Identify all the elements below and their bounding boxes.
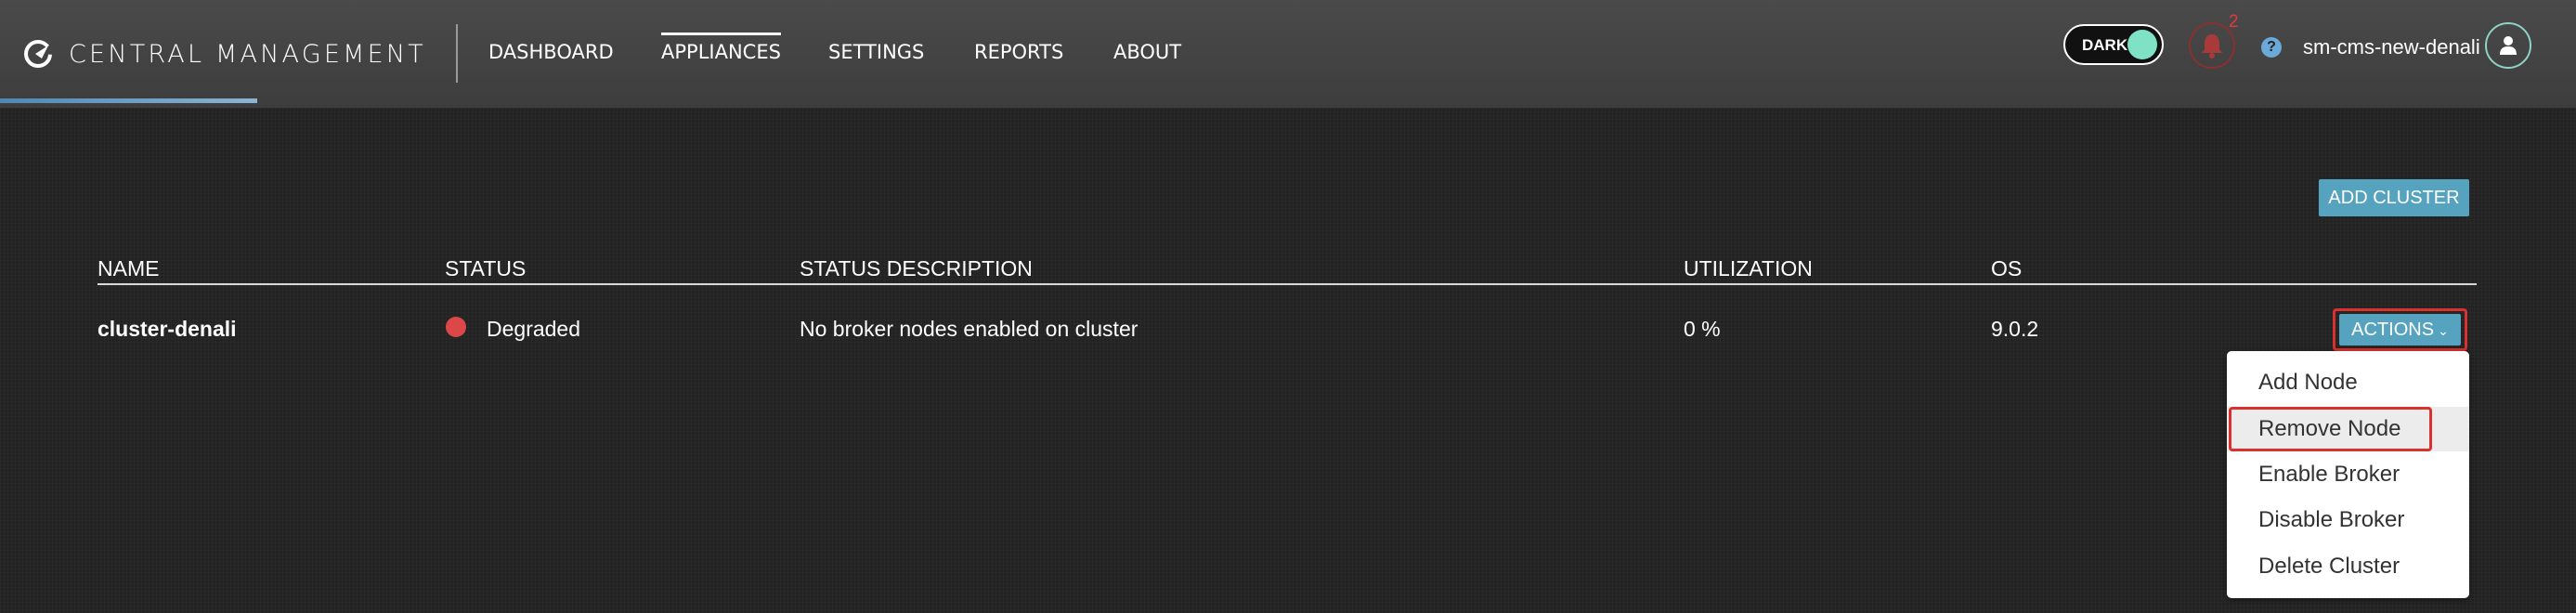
column-header-status[interactable]: STATUS [445,256,526,281]
nav-about[interactable]: ABOUT [1113,41,1181,63]
question-circle-icon[interactable]: ? [2261,37,2282,58]
brand-divider [456,24,458,83]
table-header-divider [98,283,2477,285]
menu-item-enable-broker[interactable]: Enable Broker [2227,452,2469,497]
cluster-os-version: 9.0.2 [1991,317,2039,341]
menu-item-add-node[interactable]: Add Node [2227,360,2469,405]
chevron-down-icon: ⌄ [2438,323,2449,338]
status-dot-icon [446,317,466,337]
column-header-status-description[interactable]: STATUS DESCRIPTION [800,256,1033,281]
nav-settings[interactable]: SETTINGS [828,41,924,63]
cluster-utilization: 0 % [1684,317,1721,341]
cluster-status: Degraded [487,317,581,341]
nav-dashboard[interactable]: DASHBOARD [488,41,614,63]
nav-reports[interactable]: REPORTS [974,41,1063,63]
brand-name: CENTRAL MANAGEMENT [69,39,426,69]
cluster-status-description: No broker nodes enabled on cluster [800,317,1138,341]
user-avatar-button[interactable] [2485,22,2531,69]
remove-node-highlight-outline [2229,407,2432,451]
column-header-os[interactable]: OS [1991,256,2022,281]
brand[interactable]: CENTRAL MANAGEMENT [20,35,426,72]
circle-arrow-logo-icon [24,40,56,68]
user-name[interactable]: sm-cms-new-denali [2303,35,2480,59]
bell-icon [2202,34,2222,59]
toggle-knob [2127,30,2157,59]
column-header-utilization[interactable]: UTILIZATION [1684,256,1813,281]
nav-appliances[interactable]: APPLIANCES [661,33,781,63]
actions-menu: Add Node Remove Node Enable Broker Disab… [2227,351,2469,598]
menu-item-delete-cluster[interactable]: Delete Cluster [2227,544,2469,589]
add-cluster-button[interactable]: ADD CLUSTER [2319,179,2469,216]
user-icon [2500,36,2517,55]
page-progress-track [0,98,2576,103]
actions-label: ACTIONS [2351,320,2435,340]
cluster-name[interactable]: cluster-denali [98,317,237,342]
dark-mode-label: DARK [2082,36,2128,54]
column-header-name[interactable]: NAME [98,256,159,281]
actions-dropdown-button[interactable]: ACTIONS ⌄ [2339,314,2461,346]
dark-mode-toggle[interactable]: DARK [2063,24,2164,65]
top-navigation-bar: CENTRAL MANAGEMENT DASHBOARD APPLIANCES … [0,0,2576,109]
notification-count: 2 [2229,12,2239,32]
page-progress-bar [0,98,258,103]
menu-item-disable-broker[interactable]: Disable Broker [2227,498,2469,542]
